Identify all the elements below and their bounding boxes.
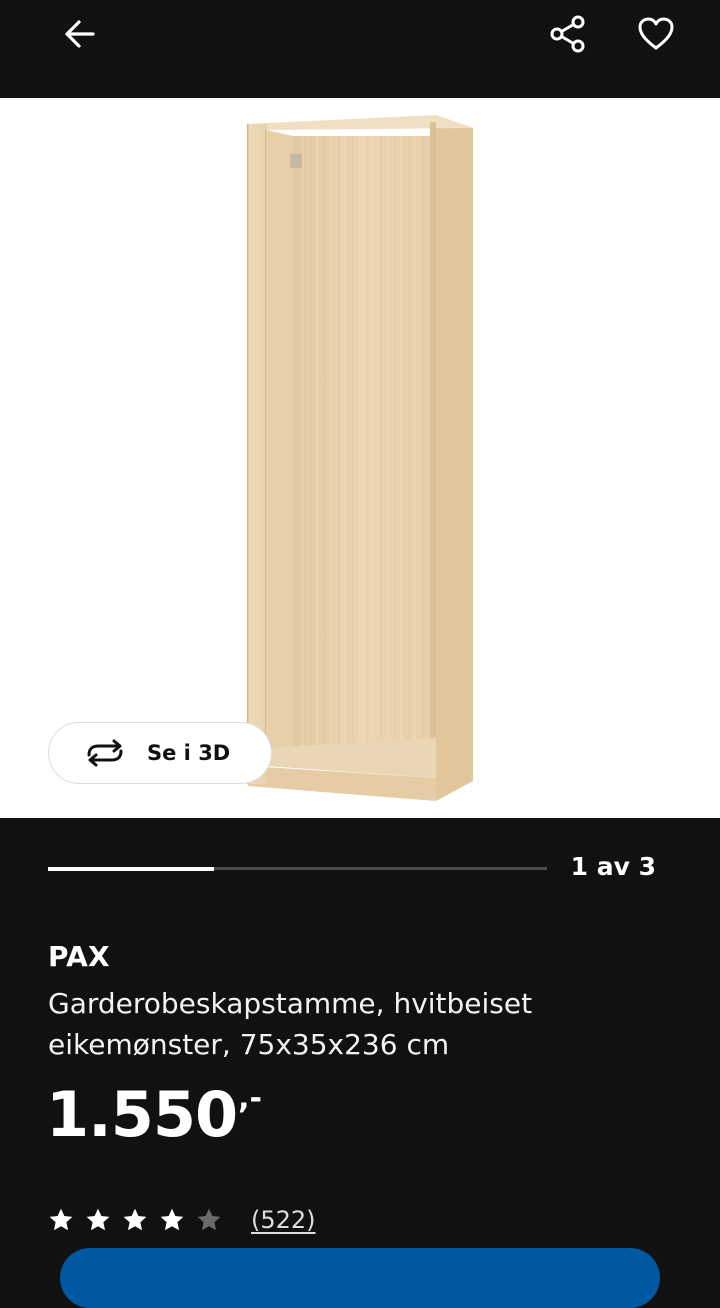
rotate-3d-icon: [87, 739, 123, 767]
add-to-cart-button[interactable]: [60, 1248, 660, 1308]
star-filled-icon: [49, 1208, 73, 1231]
price-main: 1.550: [46, 1078, 238, 1151]
star-filled-icon: [123, 1208, 147, 1231]
product-image-area[interactable]: Se i 3D: [0, 98, 720, 818]
share-icon: [550, 15, 585, 53]
product-description: Garderobeskapstamme, hvitbeiset eikemøns…: [48, 987, 533, 1061]
gallery-pager: 1 av 3: [570, 852, 656, 881]
product-image: [247, 115, 473, 801]
favourite-button[interactable]: [632, 10, 680, 58]
view-3d-button[interactable]: Se i 3D: [48, 722, 272, 784]
share-button[interactable]: [544, 10, 592, 58]
product-name: PAX: [48, 940, 110, 973]
price-suffix: ,-: [238, 1081, 262, 1116]
review-count-link[interactable]: (522): [251, 1206, 316, 1234]
product-rating[interactable]: (522): [48, 1206, 316, 1234]
star-empty-icon: [197, 1208, 221, 1231]
heart-icon: [638, 17, 674, 50]
product-price: 1.550 ,-: [46, 1080, 262, 1150]
star-filled-icon: [160, 1208, 184, 1231]
gallery-progress-bar: [48, 866, 547, 871]
gallery-progress-fill: [48, 866, 215, 871]
arrow-left-icon: [65, 20, 95, 48]
rating-stars: [48, 1207, 233, 1233]
star-filled-icon: [86, 1208, 110, 1231]
back-button[interactable]: [56, 10, 104, 58]
top-bar: [0, 0, 720, 98]
view-3d-label: Se i 3D: [147, 741, 231, 765]
